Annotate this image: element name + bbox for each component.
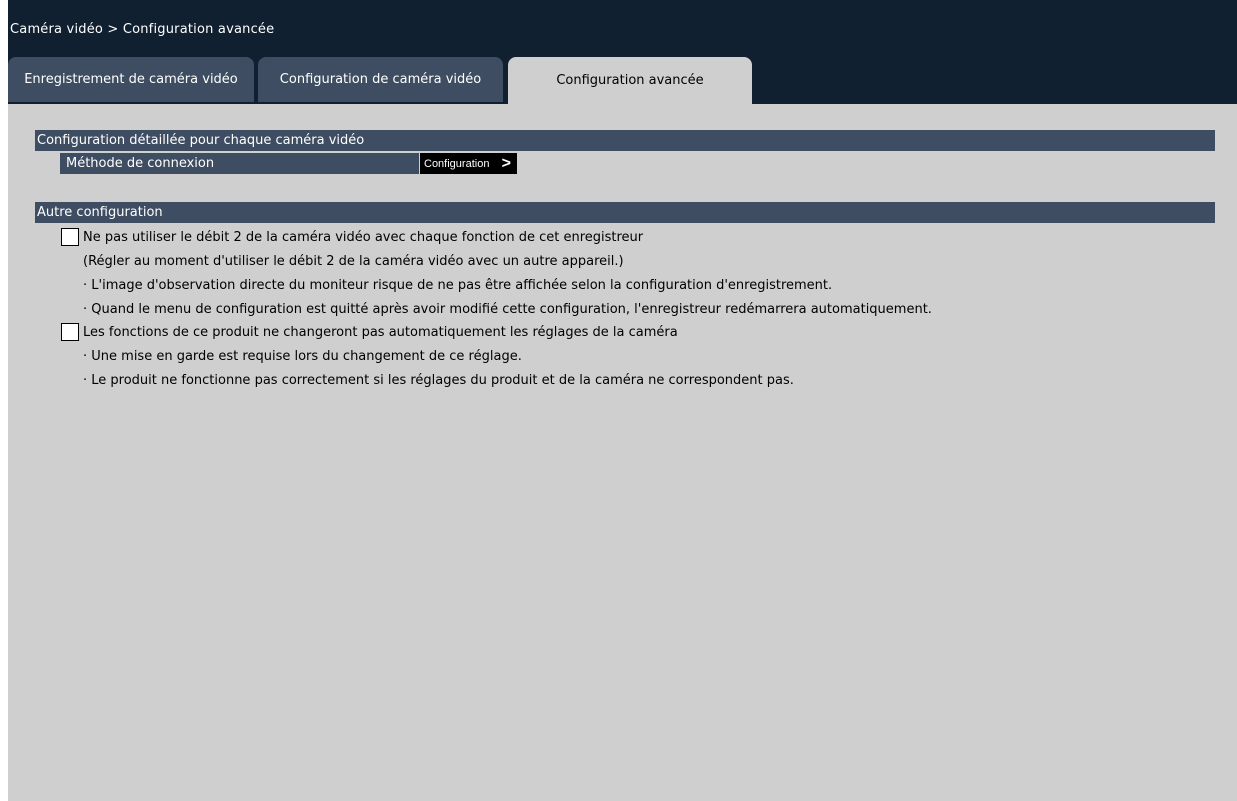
tab-bar: Enregistrement de caméra vidéo Configura… xyxy=(8,57,1237,104)
no-auto-camera-settings-checkbox[interactable] xyxy=(61,323,79,341)
configuration-button-label: Configuration xyxy=(424,157,490,170)
stream2-disable-bullet: · L'image d'observation directe du monit… xyxy=(83,278,833,293)
tab-configuration-avancee[interactable]: Configuration avancée xyxy=(508,57,752,104)
app-window: Caméra vidéo > Configuration avancée Enr… xyxy=(8,0,1237,801)
breadcrumb: Caméra vidéo > Configuration avancée xyxy=(10,22,275,37)
no-auto-camera-settings-bullet: · Le produit ne fonctionne pas correctem… xyxy=(83,373,794,388)
tab-configuration-camera[interactable]: Configuration de caméra vidéo xyxy=(258,57,503,102)
connection-method-label: Méthode de connexion xyxy=(60,153,419,174)
configuration-button[interactable]: Configuration > xyxy=(420,153,517,174)
stream2-disable-bullet: · Quand le menu de configuration est qui… xyxy=(83,302,932,317)
content-panel: Configuration détaillée pour chaque camé… xyxy=(8,104,1237,801)
stream2-disable-checkbox[interactable] xyxy=(61,228,79,246)
chevron-right-icon: > xyxy=(501,154,511,172)
tab-enregistrement-camera[interactable]: Enregistrement de caméra vidéo xyxy=(8,57,254,102)
section-header-other: Autre configuration xyxy=(35,202,1215,223)
stream2-disable-label: Ne pas utiliser le débit 2 de la caméra … xyxy=(83,230,644,245)
stream2-disable-note: (Régler au moment d'utiliser le débit 2 … xyxy=(83,254,624,269)
no-auto-camera-settings-label: Les fonctions de ce produit ne changeron… xyxy=(83,325,678,340)
title-bar: Caméra vidéo > Configuration avancée xyxy=(8,8,1237,55)
no-auto-camera-settings-bullet: · Une mise en garde est requise lors du … xyxy=(83,349,522,364)
section-header-detail: Configuration détaillée pour chaque camé… xyxy=(35,130,1215,151)
